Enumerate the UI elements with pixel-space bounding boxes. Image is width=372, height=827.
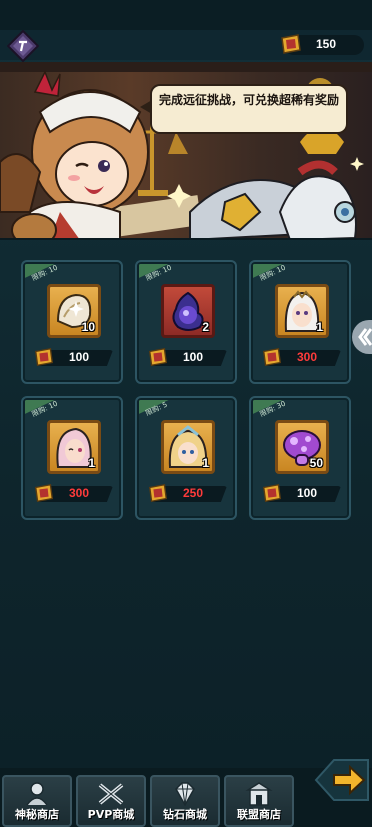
item-icon: 1 (47, 420, 101, 474)
item-icon: 1 (275, 284, 329, 338)
status-bar (0, 0, 372, 30)
tab-label: 钻石商城 (163, 808, 207, 821)
tab-diamond-shop[interactable]: 钻石商城 (150, 775, 220, 827)
purchase-limit-ribbon: 限购: 10 (139, 264, 191, 282)
currency-value: 150 (316, 37, 337, 51)
purchase-limit-ribbon: 限购: 10 (253, 264, 305, 282)
expedition-coin-icon (148, 483, 168, 503)
diamond-shop-icon (175, 782, 195, 807)
purchase-limit-ribbon: 限购: 30 (253, 400, 305, 418)
shop-item-card[interactable]: 限购: 10 1 300 (21, 396, 123, 520)
item-icon: 50 (275, 420, 329, 474)
item-icon: 1 (161, 420, 215, 474)
chevron-left-icon (358, 328, 372, 346)
item-count: 1 (88, 456, 95, 470)
alliance-shop-icon (245, 782, 273, 806)
purchase-limit-ribbon: 限购: 5 (139, 400, 191, 418)
expedition-coin-icon (262, 483, 282, 503)
tab-mystery-shop[interactable]: 神秘商店 (2, 775, 72, 827)
pvp-shop-icon (98, 783, 124, 805)
purchase-limit-ribbon: 限购: 10 (25, 264, 77, 282)
item-icon: 2 (161, 284, 215, 338)
tab-alliance-shop[interactable]: 联盟商店 (224, 775, 294, 827)
go-arrow-button[interactable] (310, 755, 372, 805)
tab-label: 联盟商店 (237, 808, 281, 821)
price-value: 250 (183, 486, 204, 500)
shop-item-card[interactable]: 限购: 30 50 100 (249, 396, 351, 520)
expedition-coin-icon (148, 347, 168, 367)
price-value: 100 (183, 350, 204, 364)
expedition-coin-icon (262, 347, 282, 367)
expedition-coin-icon (34, 483, 54, 503)
tab-label: PVP商城 (87, 808, 135, 821)
price-value: 300 (69, 486, 90, 500)
shop-item-card[interactable]: 限购: 10 1 300 (249, 260, 351, 384)
price-value: 100 (69, 350, 90, 364)
shop-item-card[interactable]: 限购: 5 1 250 (135, 396, 237, 520)
shop-item-card[interactable]: 限购: 10 10 100 (21, 260, 123, 384)
expedition-coin-counter: 150 (281, 34, 364, 55)
item-count: 50 (309, 456, 323, 470)
side-expand-button[interactable] (352, 320, 372, 354)
item-icon: 10 (47, 284, 101, 338)
tab-label: 神秘商店 (15, 808, 59, 821)
item-count: 1 (316, 320, 323, 334)
expedition-coin-icon (34, 347, 54, 367)
speech-bubble: 完成远征挑战，可兑换超稀有奖励 (140, 84, 348, 134)
speech-bubble-text: 完成远征挑战，可兑换超稀有奖励 (158, 93, 339, 107)
price-value: 300 (297, 350, 318, 364)
shop-item-card[interactable]: 限购: 10 2 100 (135, 260, 237, 384)
price-value: 100 (297, 486, 318, 500)
item-count: 1 (202, 456, 209, 470)
mystery-shop-icon (26, 782, 48, 806)
item-count: 2 (202, 320, 209, 334)
purchase-limit-ribbon: 限购: 10 (25, 400, 77, 418)
back-diamond-icon[interactable] (7, 30, 39, 62)
item-count: 10 (81, 320, 95, 334)
expedition-shop-screen: 1 50 完成远征挑战，可兑换超稀有奖励 限购: 10 10 100 限购: 10… (0, 0, 372, 827)
expedition-coin-icon (281, 34, 301, 54)
tab-pvp-shop[interactable]: PVP商城 (76, 775, 146, 827)
